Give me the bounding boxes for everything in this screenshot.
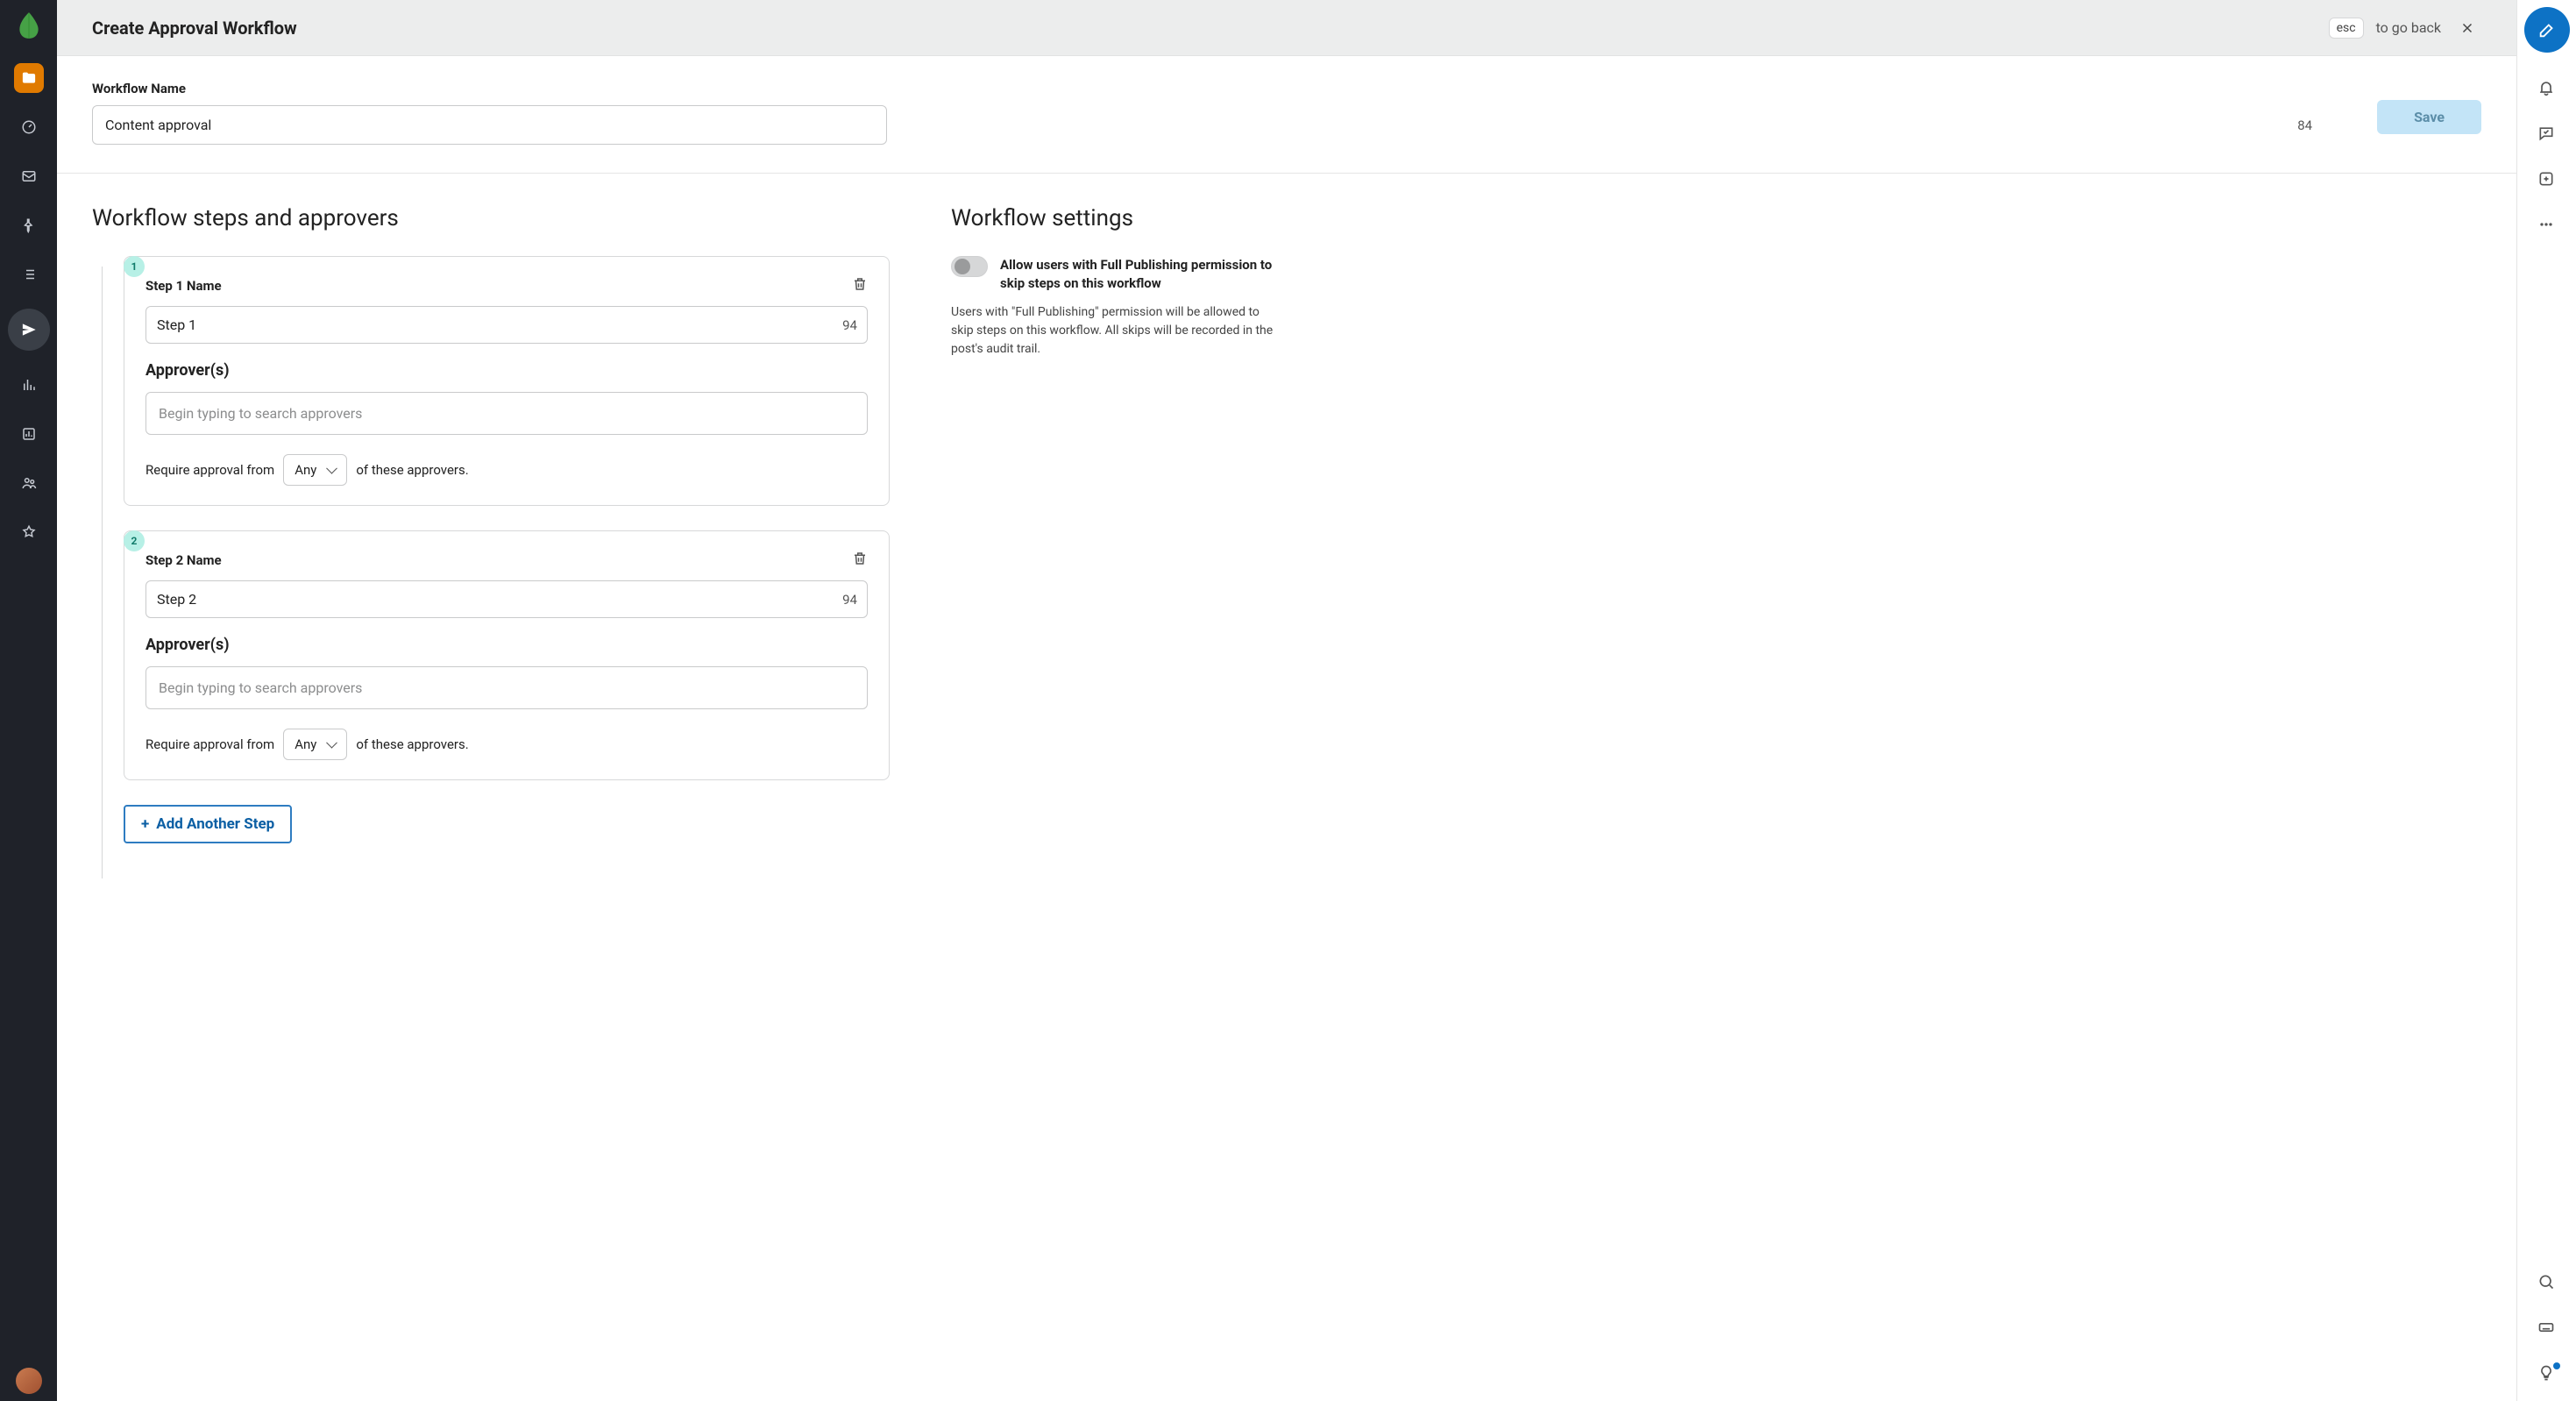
bell-icon[interactable] bbox=[2537, 79, 2557, 98]
nav-star[interactable] bbox=[14, 517, 44, 547]
add-step-button[interactable]: + Add Another Step bbox=[124, 805, 292, 843]
approvers-label: Approver(s) bbox=[145, 636, 868, 654]
require-prefix: Require approval from bbox=[145, 462, 274, 478]
step-name-input[interactable] bbox=[145, 306, 868, 344]
workflow-name-input[interactable] bbox=[92, 105, 887, 145]
step-name-label: Step 1 Name bbox=[145, 278, 222, 294]
allow-skip-title: Allow users with Full Publishing permiss… bbox=[1000, 256, 1284, 293]
sprout-logo[interactable] bbox=[14, 11, 44, 44]
plus-icon: + bbox=[141, 815, 149, 833]
approvers-search-input[interactable] bbox=[145, 392, 868, 435]
search-icon[interactable] bbox=[2537, 1273, 2557, 1292]
page-title: Create Approval Workflow bbox=[92, 18, 297, 39]
close-button[interactable] bbox=[2453, 14, 2481, 42]
save-button[interactable]: Save bbox=[2377, 100, 2481, 134]
nav-users[interactable] bbox=[14, 468, 44, 498]
require-suffix: of these approvers. bbox=[356, 736, 468, 752]
allow-skip-description: Users with "Full Publishing" permission … bbox=[951, 303, 1284, 359]
nav-pin[interactable] bbox=[14, 210, 44, 240]
bulb-icon[interactable] bbox=[2537, 1364, 2557, 1383]
chat-icon[interactable] bbox=[2537, 124, 2557, 144]
require-suffix: of these approvers. bbox=[356, 462, 468, 478]
nav-inbox[interactable] bbox=[14, 161, 44, 191]
require-prefix: Require approval from bbox=[145, 736, 274, 752]
require-count-select[interactable]: Any bbox=[283, 454, 347, 486]
keyboard-icon[interactable] bbox=[2537, 1319, 2557, 1338]
step-name-label: Step 2 Name bbox=[145, 552, 222, 568]
nav-bar-chart[interactable] bbox=[14, 370, 44, 400]
delete-step-icon[interactable] bbox=[852, 276, 868, 295]
more-icon[interactable] bbox=[2537, 216, 2557, 235]
step-number-badge: 1 bbox=[124, 256, 145, 277]
nav-folder[interactable] bbox=[14, 63, 44, 93]
step-card: Step 2 Name 94 Approver(s) bbox=[124, 530, 890, 780]
right-rail bbox=[2516, 0, 2576, 1401]
go-back-text: to go back bbox=[2376, 19, 2441, 36]
nav-list[interactable] bbox=[14, 260, 44, 289]
workflow-name-remaining: 84 bbox=[2297, 117, 2312, 133]
settings-section-title: Workflow settings bbox=[951, 205, 1284, 231]
steps-section-title: Workflow steps and approvers bbox=[92, 205, 890, 231]
left-nav bbox=[0, 0, 57, 1401]
compose-button[interactable] bbox=[2524, 7, 2570, 53]
allow-skip-toggle[interactable] bbox=[951, 256, 988, 277]
step-name-remaining: 94 bbox=[842, 592, 857, 608]
esc-badge: esc bbox=[2329, 18, 2364, 39]
step-number-badge: 2 bbox=[124, 530, 145, 551]
main-content: Create Approval Workflow esc to go back … bbox=[57, 0, 2516, 1401]
add-square-icon[interactable] bbox=[2537, 170, 2557, 189]
approvers-label: Approver(s) bbox=[145, 361, 868, 380]
user-avatar[interactable] bbox=[16, 1368, 42, 1394]
step-card: Step 1 Name 94 Approver(s) bbox=[124, 256, 890, 506]
step-name-remaining: 94 bbox=[842, 317, 857, 333]
step-name-input[interactable] bbox=[145, 580, 868, 618]
nav-reports[interactable] bbox=[14, 419, 44, 449]
nav-gauge[interactable] bbox=[14, 112, 44, 142]
nav-send[interactable] bbox=[8, 309, 50, 351]
approvers-search-input[interactable] bbox=[145, 666, 868, 709]
delete-step-icon[interactable] bbox=[852, 551, 868, 570]
require-count-select[interactable]: Any bbox=[283, 729, 347, 760]
page-header: Create Approval Workflow esc to go back bbox=[57, 0, 2516, 56]
workflow-name-label: Workflow Name bbox=[92, 81, 2324, 96]
